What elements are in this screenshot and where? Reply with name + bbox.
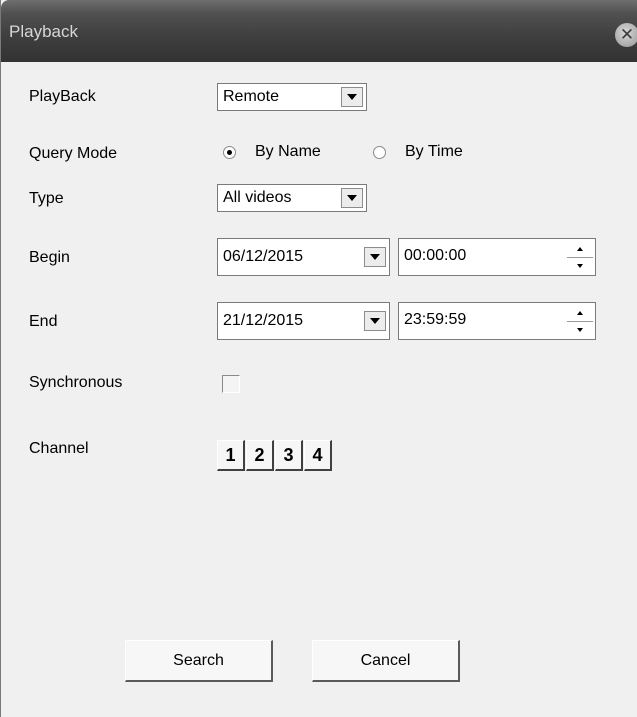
chevron-down-icon (347, 94, 357, 100)
end-date-value: 21/12/2015 (223, 312, 304, 329)
end-date-picker[interactable]: 21/12/2015 (217, 302, 390, 340)
begin-date-picker[interactable]: 06/12/2015 (217, 238, 390, 276)
end-time-spinner[interactable]: 23:59:59 (398, 302, 596, 340)
close-icon[interactable]: ✕ (615, 23, 637, 47)
cancel-button[interactable]: Cancel (312, 640, 460, 682)
channel-button-2[interactable]: 2 (246, 440, 274, 471)
begin-date-value: 06/12/2015 (223, 248, 304, 265)
type-label: Type (29, 190, 64, 207)
chevron-down-icon (347, 195, 357, 201)
window-title: Playback (9, 22, 78, 41)
title-bar[interactable]: Playback ✕ (1, 0, 637, 62)
spin-down-button[interactable] (567, 321, 593, 337)
spin-up-button[interactable] (567, 305, 593, 320)
channel-button-1[interactable]: 1 (217, 440, 245, 471)
radio-by-name[interactable] (223, 146, 236, 159)
radio-selected-dot (227, 150, 232, 155)
arrow-up-icon (577, 246, 583, 251)
end-date-dropdown-arrow[interactable] (364, 311, 386, 331)
radio-by-time-label[interactable]: By Time (405, 143, 463, 161)
begin-label: Begin (29, 249, 70, 266)
spin-down-button[interactable] (567, 257, 593, 273)
synchronous-checkbox[interactable] (222, 375, 240, 393)
type-select[interactable]: All videos (217, 184, 367, 212)
radio-by-time[interactable] (373, 146, 386, 159)
playback-label: PlayBack (29, 88, 96, 105)
begin-time-spinner[interactable]: 00:00:00 (398, 238, 596, 276)
begin-date-dropdown-arrow[interactable] (364, 247, 386, 267)
playback-dropdown-arrow[interactable] (341, 87, 363, 107)
type-select-value: All videos (223, 189, 292, 206)
radio-by-name-label[interactable]: By Name (255, 143, 321, 161)
query-mode-label: Query Mode (29, 145, 118, 162)
spin-up-button[interactable] (567, 241, 593, 256)
channel-button-3[interactable]: 3 (275, 440, 303, 471)
chevron-down-icon (370, 254, 380, 260)
arrow-down-icon (577, 327, 583, 332)
playback-dialog: Playback ✕ PlayBack Remote Query Mode By… (0, 0, 637, 717)
chevron-down-icon (370, 318, 380, 324)
end-label: End (29, 313, 58, 330)
playback-select-value: Remote (223, 88, 280, 105)
arrow-up-icon (577, 310, 583, 315)
type-dropdown-arrow[interactable] (341, 188, 363, 208)
channel-button-4[interactable]: 4 (304, 440, 332, 471)
playback-select[interactable]: Remote (217, 83, 367, 111)
begin-time-value[interactable]: 00:00:00 (404, 247, 466, 265)
end-time-value[interactable]: 23:59:59 (404, 311, 466, 329)
arrow-down-icon (577, 263, 583, 268)
channel-label: Channel (29, 440, 89, 457)
search-button[interactable]: Search (125, 640, 273, 682)
synchronous-label: Synchronous (29, 374, 123, 391)
